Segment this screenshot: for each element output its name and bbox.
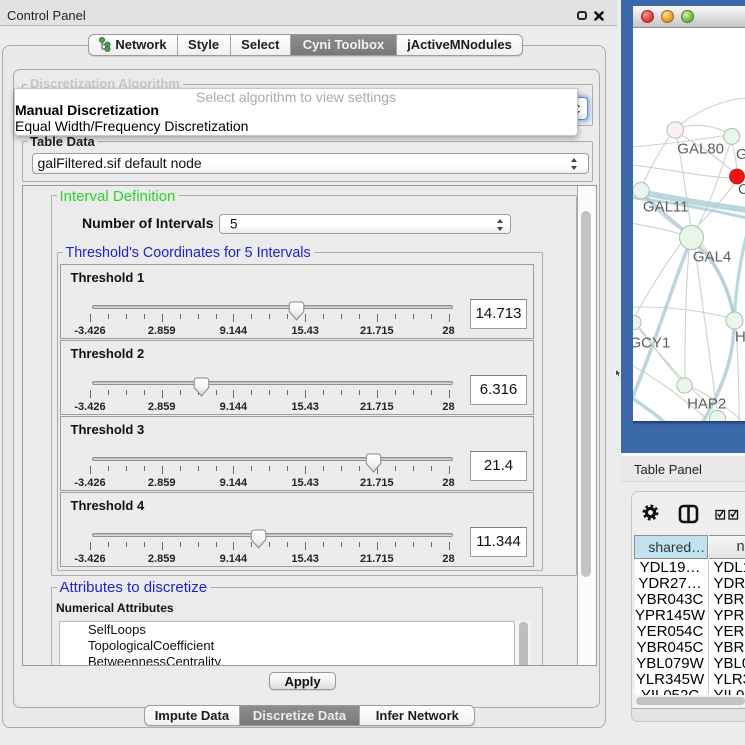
svg-text:H: H (735, 328, 745, 345)
svg-text:HAP2: HAP2 (687, 395, 726, 412)
svg-text:GCY1: GCY1 (633, 334, 670, 351)
svg-text:GA: GA (736, 146, 745, 163)
svg-text:GAL80: GAL80 (677, 140, 724, 157)
svg-text:GAL11: GAL11 (642, 198, 688, 215)
svg-text:GAL4: GAL4 (692, 248, 730, 265)
svg-text:C: C (738, 181, 745, 198)
